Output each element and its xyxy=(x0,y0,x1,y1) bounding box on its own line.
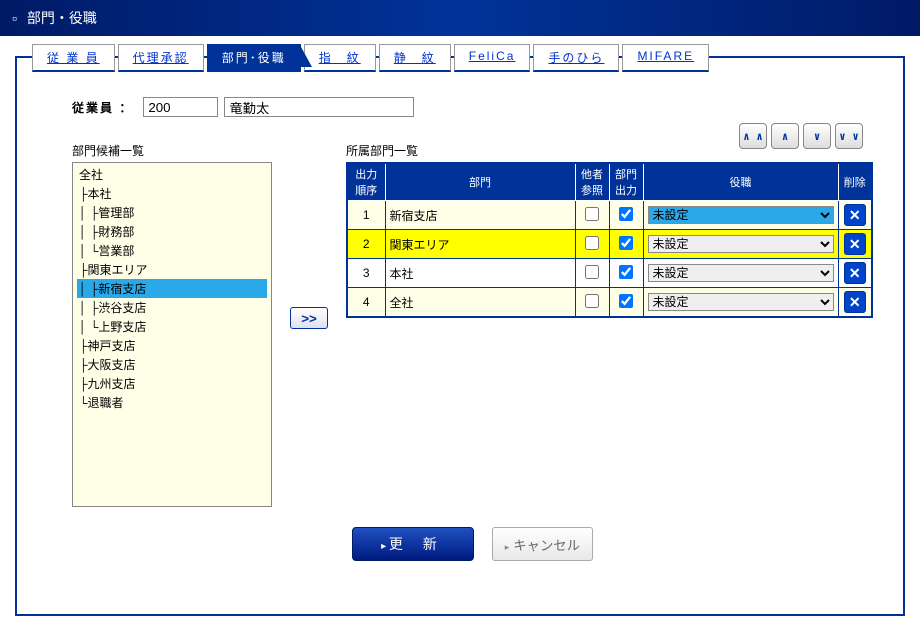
col-role: 役職 xyxy=(643,163,838,201)
cell-other xyxy=(575,259,609,288)
cell-out xyxy=(609,230,643,259)
add-button-column: >> xyxy=(290,142,328,507)
cell-delete: ✕ xyxy=(838,288,872,318)
col-other: 他者 参照 xyxy=(575,163,609,201)
other-checkbox[interactable] xyxy=(585,294,599,308)
tree-item-2[interactable]: │ ├管理部 xyxy=(77,203,267,222)
output-checkbox[interactable] xyxy=(619,294,633,308)
employee-row: 従業員 ： xyxy=(72,97,873,117)
page-title: 部門・役職 xyxy=(27,10,97,26)
cell-delete: ✕ xyxy=(838,201,872,230)
cell-order: 2 xyxy=(347,230,385,259)
assigned-table: 出力 順序 部門 他者 参照 部門 出力 役職 削除 1新宿支店未設定✕2関東エ… xyxy=(346,162,873,318)
employee-name-input[interactable] xyxy=(224,97,414,117)
cell-other xyxy=(575,230,609,259)
cell-role: 未設定 xyxy=(643,230,838,259)
cell-dept: 関東エリア xyxy=(385,230,575,259)
tree-item-4[interactable]: │ └営業部 xyxy=(77,241,267,260)
tab-7[interactable]: MIFARE xyxy=(622,44,709,72)
output-checkbox[interactable] xyxy=(619,265,633,279)
tab-3[interactable]: 指 紋 xyxy=(304,44,376,72)
delete-button[interactable]: ✕ xyxy=(844,291,866,313)
move-top-button[interactable]: ∧ ∧ xyxy=(739,123,767,149)
cancel-button[interactable]: キャンセル xyxy=(492,527,593,561)
cell-delete: ✕ xyxy=(838,230,872,259)
tree-item-1[interactable]: ├本社 xyxy=(77,184,267,203)
col-out: 部門 出力 xyxy=(609,163,643,201)
delete-button[interactable]: ✕ xyxy=(844,204,866,226)
tree-item-7[interactable]: │ ├渋谷支店 xyxy=(77,298,267,317)
move-up-button[interactable]: ∧ xyxy=(771,123,799,149)
col-dept: 部門 xyxy=(385,163,575,201)
tab-4[interactable]: 静 紋 xyxy=(379,44,451,72)
tab-2[interactable]: 部門･役職 xyxy=(207,44,301,72)
cell-role: 未設定 xyxy=(643,288,838,318)
tab-0[interactable]: 従 業 員 xyxy=(32,44,115,72)
role-select[interactable]: 未設定 xyxy=(648,293,834,311)
tree-item-5[interactable]: ├関東エリア xyxy=(77,260,267,279)
tree-item-9[interactable]: ├神戸支店 xyxy=(77,336,267,355)
move-down-button[interactable]: ∨ xyxy=(803,123,831,149)
update-button[interactable]: 更 新 xyxy=(352,527,474,561)
department-tree[interactable]: 全社├本社│ ├管理部│ ├財務部│ └営業部├関東エリア│ ├新宿支店│ ├渋… xyxy=(72,162,272,507)
role-select[interactable]: 未設定 xyxy=(648,206,834,224)
footer-buttons: 更 新 キャンセル xyxy=(72,527,873,561)
table-row: 2関東エリア 未設定 ✕ xyxy=(347,230,872,259)
cell-dept: 新宿支店 xyxy=(385,201,575,230)
other-checkbox[interactable] xyxy=(585,265,599,279)
col-del: 削除 xyxy=(838,163,872,201)
tree-item-6[interactable]: │ ├新宿支店 xyxy=(77,279,267,298)
tree-item-8[interactable]: │ └上野支店 xyxy=(77,317,267,336)
cell-other xyxy=(575,201,609,230)
order-button-group: ∧ ∧ ∧ ∨ ∨ ∨ xyxy=(739,123,863,149)
table-row: 1新宿支店 未設定 ✕ xyxy=(347,201,872,230)
tab-6[interactable]: 手のひら xyxy=(533,44,619,72)
cell-delete: ✕ xyxy=(838,259,872,288)
tree-item-3[interactable]: │ ├財務部 xyxy=(77,222,267,241)
table-row: 4全社 未設定 ✕ xyxy=(347,288,872,318)
cell-dept: 本社 xyxy=(385,259,575,288)
header-bullet-icon: ▫ xyxy=(12,10,17,26)
role-select[interactable]: 未設定 xyxy=(648,264,834,282)
other-checkbox[interactable] xyxy=(585,236,599,250)
add-button[interactable]: >> xyxy=(290,307,328,329)
cell-order: 3 xyxy=(347,259,385,288)
body-layout: 部門候補一覧 全社├本社│ ├管理部│ ├財務部│ └営業部├関東エリア│ ├新… xyxy=(72,142,873,507)
cell-order: 4 xyxy=(347,288,385,318)
other-checkbox[interactable] xyxy=(585,207,599,221)
delete-button[interactable]: ✕ xyxy=(844,262,866,284)
candidate-title: 部門候補一覧 xyxy=(72,142,272,159)
tree-item-10[interactable]: ├大阪支店 xyxy=(77,355,267,374)
tab-5[interactable]: FeliCa xyxy=(454,44,531,72)
table-row: 3本社 未設定 ✕ xyxy=(347,259,872,288)
col-order: 出力 順序 xyxy=(347,163,385,201)
cell-out xyxy=(609,259,643,288)
cell-role: 未設定 xyxy=(643,201,838,230)
cell-role: 未設定 xyxy=(643,259,838,288)
delete-button[interactable]: ✕ xyxy=(844,233,866,255)
page-header: ▫ 部門・役職 xyxy=(0,0,920,36)
output-checkbox[interactable] xyxy=(619,236,633,250)
cell-order: 1 xyxy=(347,201,385,230)
cell-dept: 全社 xyxy=(385,288,575,318)
tree-item-12[interactable]: └退職者 xyxy=(77,393,267,412)
move-bottom-button[interactable]: ∨ ∨ xyxy=(835,123,863,149)
cell-other xyxy=(575,288,609,318)
output-checkbox[interactable] xyxy=(619,207,633,221)
assigned-panel: 所属部門一覧 出力 順序 部門 他者 参照 部門 出力 役職 削除 1新宿支店未… xyxy=(346,142,873,507)
employee-id-input[interactable] xyxy=(143,97,218,117)
cell-out xyxy=(609,288,643,318)
content-area: 従業員 ： ∧ ∧ ∧ ∨ ∨ ∨ 部門候補一覧 全社├本社│ ├管理部│ ├財… xyxy=(17,72,903,571)
tab-bar: 従 業 員代理承認部門･役職指 紋静 紋FeliCa手のひらMIFARE xyxy=(32,44,903,72)
employee-label: 従業員 ： xyxy=(72,99,133,116)
candidate-panel: 部門候補一覧 全社├本社│ ├管理部│ ├財務部│ └営業部├関東エリア│ ├新… xyxy=(72,142,272,507)
main-panel: 従 業 員代理承認部門･役職指 紋静 紋FeliCa手のひらMIFARE 従業員… xyxy=(15,56,905,616)
tree-item-11[interactable]: ├九州支店 xyxy=(77,374,267,393)
cell-out xyxy=(609,201,643,230)
tree-item-0[interactable]: 全社 xyxy=(77,165,267,184)
role-select[interactable]: 未設定 xyxy=(648,235,834,253)
tab-1[interactable]: 代理承認 xyxy=(118,44,204,72)
